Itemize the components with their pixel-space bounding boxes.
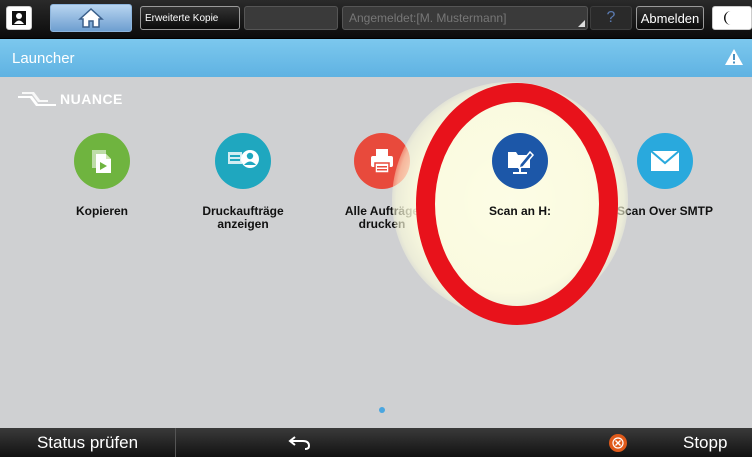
app-druckauftraege[interactable]: Druckaufträge anzeigen xyxy=(183,133,303,231)
logout-button[interactable]: Abmelden xyxy=(636,6,704,30)
launcher-header: Launcher xyxy=(0,39,752,77)
user-icon xyxy=(12,11,26,25)
page-indicator-dot xyxy=(379,407,385,413)
help-button[interactable]: ? xyxy=(590,6,632,30)
login-status-text: Angemeldet:[M. Mustermann] xyxy=(349,11,507,25)
back-button[interactable] xyxy=(270,428,330,457)
back-arrow-icon xyxy=(288,435,311,450)
app-label: Druckaufträge anzeigen xyxy=(202,204,284,231)
moon-icon xyxy=(724,11,731,25)
nuance-logo: NUANCE xyxy=(18,91,123,107)
energy-saver-button[interactable] xyxy=(712,6,752,30)
warning-icon[interactable] xyxy=(724,48,744,66)
bottom-bar: Status prüfen Stopp xyxy=(0,428,752,457)
page-title: Launcher xyxy=(12,49,75,67)
print-jobs-icon xyxy=(215,133,271,189)
mail-icon xyxy=(637,133,693,189)
top-bar: Erweiterte Kopie Angemeldet:[M. Musterma… xyxy=(0,0,752,39)
empty-slot xyxy=(244,6,338,30)
app-kopieren[interactable]: Kopieren xyxy=(42,133,162,218)
login-status-field[interactable]: Angemeldet:[M. Mustermann] xyxy=(342,6,588,30)
launcher-main: NUANCE Kopieren Druckaufträge anzeigen A… xyxy=(0,77,752,428)
program-button[interactable]: Erweiterte Kopie xyxy=(140,6,240,30)
home-icon xyxy=(78,7,104,28)
stop-icon xyxy=(609,433,627,452)
app-label: Kopieren xyxy=(75,204,128,218)
home-button[interactable] xyxy=(50,4,132,32)
stop-button[interactable]: Stopp xyxy=(585,428,752,457)
brand-name: NUANCE xyxy=(60,91,123,107)
nuance-logo-icon xyxy=(18,92,56,106)
highlight-ring xyxy=(416,83,618,325)
user-button[interactable] xyxy=(6,6,32,30)
resize-corner-icon xyxy=(578,20,585,27)
copy-icon xyxy=(74,133,130,189)
status-check-button[interactable]: Status prüfen xyxy=(0,428,176,457)
stop-label: Stopp xyxy=(683,432,728,452)
